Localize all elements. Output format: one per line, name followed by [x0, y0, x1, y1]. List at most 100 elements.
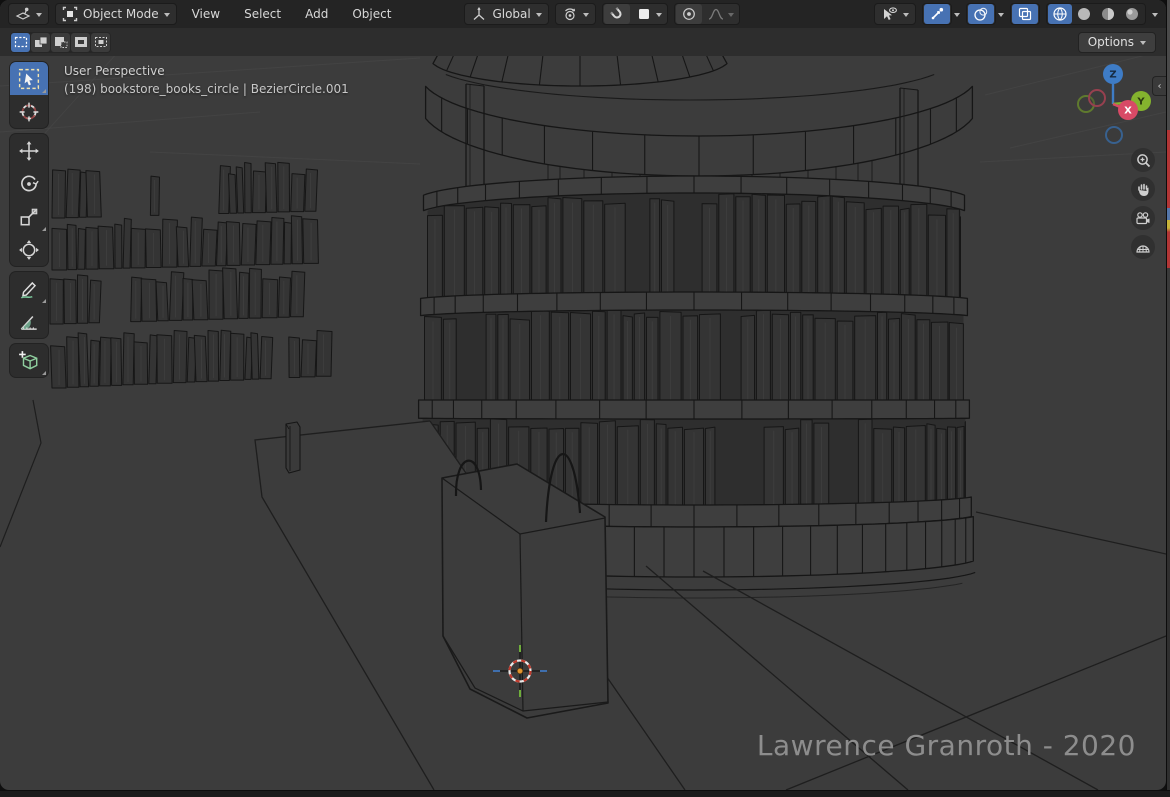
- orientation-dropdown[interactable]: Global: [464, 3, 548, 25]
- viewport-header: Object Mode View Select Add Object Globa…: [0, 0, 1166, 28]
- pivot-point-icon: [562, 6, 578, 22]
- proportional-group: [674, 3, 740, 25]
- proportional-toggle[interactable]: [676, 4, 702, 24]
- editor-type-button[interactable]: [8, 3, 49, 25]
- select-mode-extend[interactable]: [31, 33, 50, 52]
- menu-select[interactable]: Select: [235, 3, 290, 25]
- scale-icon: [18, 206, 40, 228]
- select-box-icon: [18, 68, 40, 90]
- menu-view[interactable]: View: [183, 3, 229, 25]
- chevron-down-icon: [998, 13, 1004, 20]
- tool-measure[interactable]: [10, 305, 48, 338]
- shading-rendered-button[interactable]: [1120, 4, 1144, 24]
- viewport-canvas[interactable]: [0, 0, 1166, 790]
- options-dropdown[interactable]: Options: [1078, 32, 1156, 53]
- gizmos-toggle[interactable]: [924, 4, 950, 24]
- camera-view-button[interactable]: [1131, 206, 1155, 230]
- move-icon: [18, 140, 40, 162]
- chevron-down-icon: [164, 13, 170, 20]
- select-mode-set[interactable]: [11, 33, 30, 52]
- select-mode-group: [10, 32, 111, 53]
- snap-target-dropdown[interactable]: [631, 4, 667, 24]
- perspective-toggle-button[interactable]: [1131, 235, 1155, 259]
- axis-neg-z-ball[interactable]: [1106, 127, 1122, 143]
- rendered-shading-icon: [1124, 6, 1140, 22]
- status-bar: [0, 790, 1170, 797]
- tool-rotate[interactable]: [10, 167, 48, 200]
- measure-icon: [18, 311, 40, 333]
- active-object-info: (198) bookstore_books_circle | BezierCir…: [64, 80, 349, 98]
- shading-mode-group: [1046, 3, 1146, 25]
- chevron-down-icon: [1140, 41, 1146, 48]
- magnet-icon: [609, 6, 625, 22]
- chevron-left-icon: ‹: [1158, 81, 1162, 92]
- select-mode-subtract[interactable]: [51, 33, 70, 52]
- transform-icon: [18, 239, 40, 261]
- camera-icon: [1135, 211, 1151, 226]
- ortho-grid-icon: [1135, 240, 1151, 255]
- tool-settings-bar: Options: [0, 28, 1166, 56]
- tool-scale[interactable]: [10, 200, 48, 233]
- shading-wireframe-button[interactable]: [1048, 4, 1072, 24]
- svg-text:Y: Y: [1136, 97, 1145, 108]
- pivot-dropdown[interactable]: [555, 3, 596, 25]
- pan-button[interactable]: [1131, 177, 1155, 201]
- mode-label: Object Mode: [83, 7, 159, 21]
- axis-tripod-icon: [471, 6, 487, 22]
- overlays-toggle[interactable]: [968, 4, 994, 24]
- select-mode-intersect[interactable]: [91, 33, 110, 52]
- snap-toggle[interactable]: [604, 4, 630, 24]
- menu-object[interactable]: Object: [343, 3, 400, 25]
- chevron-down-icon: [583, 13, 589, 20]
- snap-increment-icon: [636, 6, 652, 22]
- chevron-down-icon: [536, 13, 542, 20]
- tool-cursor[interactable]: [10, 95, 48, 128]
- shading-material-button[interactable]: [1096, 4, 1120, 24]
- mode-dropdown[interactable]: Object Mode: [55, 3, 177, 25]
- selectability-icon: [881, 6, 898, 22]
- svg-text:X: X: [1124, 106, 1132, 117]
- viewport-editor-icon: [15, 6, 31, 22]
- chevron-down-icon: [903, 13, 909, 20]
- chevron-down-icon: [36, 13, 42, 20]
- view-name: User Perspective: [64, 62, 349, 80]
- chevron-down-icon: [728, 13, 734, 20]
- tool-add-cube[interactable]: [10, 344, 48, 377]
- menu-add[interactable]: Add: [296, 3, 337, 25]
- shading-solid-button[interactable]: [1072, 4, 1096, 24]
- navigation-gizmo[interactable]: Z Y X: [1075, 60, 1151, 148]
- tool-select-box[interactable]: [10, 62, 48, 95]
- tool-move[interactable]: [10, 134, 48, 167]
- chevron-down-icon: [954, 13, 960, 20]
- snap-group: [602, 3, 668, 25]
- xray-icon: [1017, 6, 1033, 22]
- falloff-dropdown[interactable]: [703, 4, 739, 24]
- sidebar-collapse-tab[interactable]: ‹: [1152, 76, 1166, 96]
- chevron-down-icon: [656, 13, 662, 20]
- tool-transform[interactable]: [10, 233, 48, 266]
- visibility-dropdown[interactable]: [874, 3, 916, 25]
- add-cube-icon: [18, 350, 40, 372]
- xray-toggle[interactable]: [1012, 4, 1038, 24]
- toolbar: [10, 62, 48, 377]
- solid-shading-icon: [1076, 6, 1092, 22]
- rotate-icon: [18, 173, 40, 195]
- falloff-curve-icon: [708, 6, 724, 22]
- select-mode-invert[interactable]: [71, 33, 90, 52]
- orientation-label: Global: [492, 7, 530, 21]
- tool-annotate[interactable]: [10, 272, 48, 305]
- magnifier-icon: [1136, 153, 1151, 168]
- proportional-editing-icon: [681, 6, 697, 22]
- overlays-icon: [973, 6, 989, 22]
- zoom-button[interactable]: [1131, 148, 1155, 172]
- viewport-editor: Object Mode View Select Add Object Globa…: [0, 0, 1166, 790]
- viewport-info: User Perspective (198) bookstore_books_c…: [64, 62, 349, 98]
- hand-icon: [1136, 182, 1151, 197]
- cursor-tool-icon: [18, 101, 40, 123]
- gizmo-icon: [929, 6, 945, 22]
- chevron-down-icon: [1152, 13, 1158, 20]
- axis-neg-x-ball[interactable]: [1089, 90, 1105, 106]
- options-label: Options: [1088, 35, 1134, 49]
- object-mode-icon: [62, 6, 78, 22]
- material-shading-icon: [1100, 6, 1116, 22]
